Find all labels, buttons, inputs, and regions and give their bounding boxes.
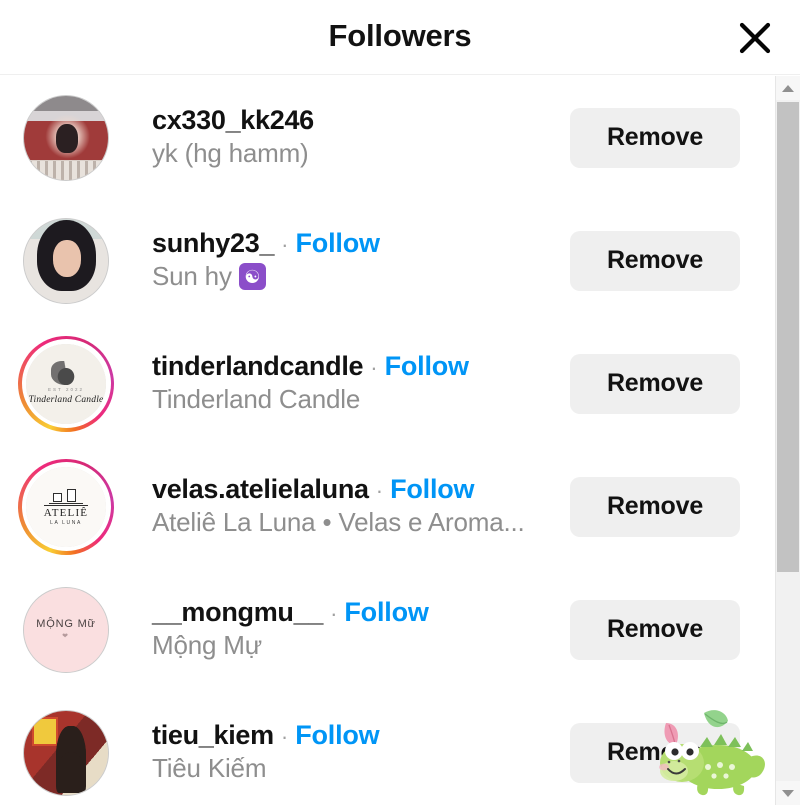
candles-icon xyxy=(49,486,83,505)
username-line: velas.atelielaluna · Follow xyxy=(152,474,570,505)
username-line: __mongmu__ · Follow xyxy=(152,597,570,628)
remove-button[interactable]: Remove xyxy=(570,230,740,291)
remove-button[interactable]: Remove xyxy=(570,353,740,414)
scroll-down-arrow-icon[interactable] xyxy=(776,781,800,805)
username-line: tinderlandcandle · Follow xyxy=(152,351,570,382)
fullname-line: Tinderland Candle xyxy=(152,384,570,415)
remove-button[interactable]: Remove xyxy=(570,599,740,660)
remove-button[interactable]: Remove xyxy=(570,722,740,783)
fullname-line: yk (hg hamm) xyxy=(152,138,570,169)
remove-button[interactable]: Remove xyxy=(570,476,740,537)
fullname: Mộng Mự xyxy=(152,630,262,661)
username-link[interactable]: tinderlandcandle xyxy=(152,351,364,382)
yinyang-emoji-icon: ☯ xyxy=(238,263,266,291)
username-line: cx330_kk246 xyxy=(152,105,570,136)
follow-button[interactable]: Follow xyxy=(296,228,380,259)
avatar-sunhy23 xyxy=(24,218,108,303)
fullname-line: Tiêu Kiếm xyxy=(152,753,570,784)
fullname: Sun hy xyxy=(152,261,232,292)
follower-info: sunhy23_ · Follow Sun hy ☯ xyxy=(114,228,570,293)
fullname: Tiêu Kiếm xyxy=(152,753,267,784)
avatar[interactable] xyxy=(23,217,109,304)
username-link[interactable]: tieu_kiem xyxy=(152,720,274,751)
avatar-subtext: EST 2022 xyxy=(48,387,84,393)
follower-info: tieu_kiem · Follow Tiêu Kiếm xyxy=(114,720,570,785)
username-line: tieu_kiem · Follow xyxy=(152,720,570,751)
avatar-container[interactable] xyxy=(18,213,114,309)
separator-dot: · xyxy=(375,477,384,503)
follower-row[interactable]: sunhy23_ · Follow Sun hy ☯ Remove xyxy=(0,199,775,322)
follower-info: velas.atelielaluna · Follow Ateliê La Lu… xyxy=(114,474,570,539)
follow-button[interactable]: Follow xyxy=(344,597,428,628)
scrollbar-track[interactable] xyxy=(776,100,800,781)
followers-list[interactable]: cx330_kk246 yk (hg hamm) Remove sunhy23_… xyxy=(0,76,775,805)
dialog-header: Followers xyxy=(0,0,800,75)
avatar-subtext: ❤ xyxy=(62,633,70,641)
page-title: Followers xyxy=(328,18,472,53)
username-link[interactable]: cx330_kk246 xyxy=(152,105,314,136)
separator-dot: · xyxy=(281,231,289,257)
username-link[interactable]: velas.atelielaluna xyxy=(152,474,369,505)
fullname-line: Mộng Mự xyxy=(152,630,570,661)
follower-info: tinderlandcandle · Follow Tinderland Can… xyxy=(114,351,570,416)
avatar-container[interactable] xyxy=(18,90,114,186)
follow-button[interactable]: Follow xyxy=(390,474,474,505)
separator-dot: · xyxy=(280,723,289,749)
close-button[interactable] xyxy=(730,13,780,63)
follow-button[interactable]: Follow xyxy=(385,351,469,382)
username-line: sunhy23_ · Follow xyxy=(152,228,570,259)
fullname-line: Ateliê La Luna • Velas e Aroma... xyxy=(152,507,570,538)
avatar-container[interactable]: MỘNG Mữ ❤ xyxy=(18,582,114,678)
avatar-velas-atelielaluna: ATELIÊ LA LUNA xyxy=(26,466,106,547)
follower-row[interactable]: EST 2022 Tinderland Candle tinderlandcan… xyxy=(0,322,775,445)
pinecone-icon xyxy=(51,361,81,386)
avatar-tinderlandcandle: EST 2022 Tinderland Candle xyxy=(26,343,106,424)
follower-row[interactable]: MỘNG Mữ ❤ __mongmu__ · Follow Mộng Mự Re… xyxy=(0,568,775,691)
separator-dot: · xyxy=(330,600,338,626)
follower-row[interactable]: ATELIÊ LA LUNA velas.atelielaluna · Foll… xyxy=(0,445,775,568)
close-icon xyxy=(738,21,772,55)
avatar[interactable]: EST 2022 Tinderland Candle xyxy=(26,343,106,424)
avatar-container[interactable]: EST 2022 Tinderland Candle xyxy=(18,335,114,432)
scroll-up-arrow-icon[interactable] xyxy=(776,76,800,100)
username-link[interactable]: __mongmu__ xyxy=(152,597,323,628)
follower-row[interactable]: tieu_kiem · Follow Tiêu Kiếm Remove xyxy=(0,691,775,805)
follow-button[interactable]: Follow xyxy=(295,720,379,751)
remove-button[interactable]: Remove xyxy=(570,107,740,168)
avatar-text: MỘNG Mữ xyxy=(36,617,96,630)
follower-row[interactable]: cx330_kk246 yk (hg hamm) Remove xyxy=(0,76,775,199)
avatar-tieu-kiem xyxy=(24,710,108,795)
separator-dot: · xyxy=(370,354,378,380)
avatar-text: Tinderland Candle xyxy=(28,394,104,405)
avatar-container[interactable]: ATELIÊ LA LUNA xyxy=(18,458,114,555)
avatar[interactable] xyxy=(23,709,109,796)
avatar-text: ATELIÊ xyxy=(43,505,89,520)
username-link[interactable]: sunhy23_ xyxy=(152,228,274,259)
follower-info: __mongmu__ · Follow Mộng Mự xyxy=(114,597,570,662)
avatar[interactable]: ATELIÊ LA LUNA xyxy=(26,466,106,547)
fullname: Ateliê La Luna • Velas e Aroma... xyxy=(152,507,525,538)
followers-dialog: Followers cx330_kk246 yk (hg hamm) Remov… xyxy=(0,0,800,805)
avatar-container[interactable] xyxy=(18,705,114,801)
scrollbar[interactable] xyxy=(775,76,800,805)
avatar[interactable] xyxy=(23,94,109,181)
avatar-cx330-kk246 xyxy=(24,95,108,180)
fullname: yk (hg hamm) xyxy=(152,138,309,169)
avatar-mongmu: MỘNG Mữ ❤ xyxy=(24,587,108,672)
fullname: Tinderland Candle xyxy=(152,384,361,415)
avatar-subtext: LA LUNA xyxy=(50,519,82,526)
follower-info: cx330_kk246 yk (hg hamm) xyxy=(114,105,570,170)
fullname-line: Sun hy ☯ xyxy=(152,261,570,292)
scrollbar-thumb[interactable] xyxy=(777,102,799,572)
avatar[interactable]: MỘNG Mữ ❤ xyxy=(23,586,109,673)
